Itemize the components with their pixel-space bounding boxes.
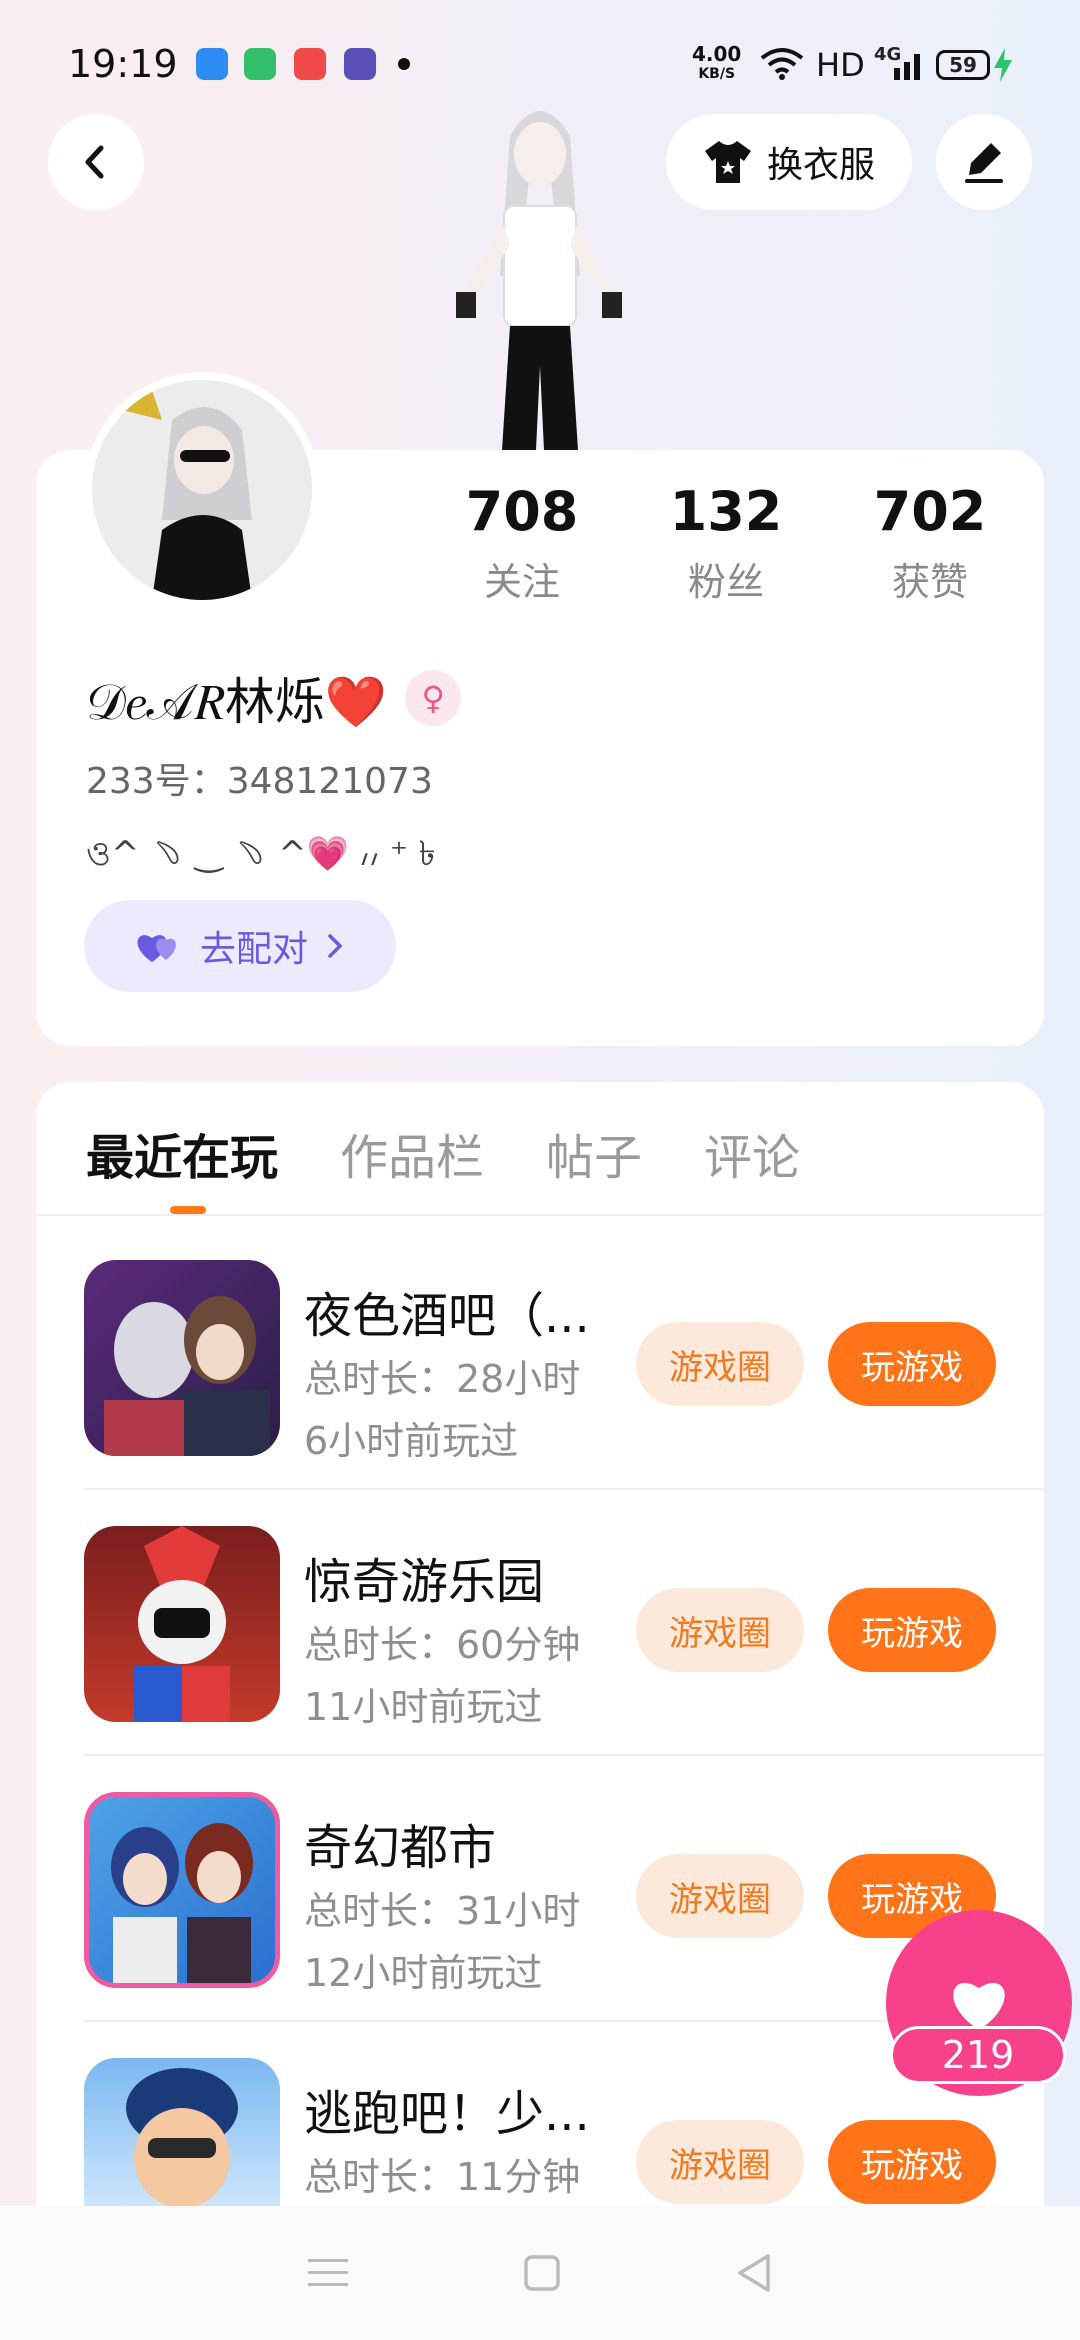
game-cover-image: [134, 1526, 230, 1722]
stat-followers-value: 132: [669, 480, 783, 543]
heart-icon: [953, 1982, 1005, 2030]
user-id[interactable]: 233号：348121073: [86, 752, 433, 804]
avatar[interactable]: [84, 372, 320, 608]
stat-following-value: 708: [465, 480, 579, 543]
shop-app-icon: [294, 48, 326, 80]
app-notification-icon: [196, 48, 228, 80]
active-tab-indicator: [170, 1206, 206, 1214]
game-icon: [84, 1792, 280, 1988]
video-app-icon: [244, 48, 276, 80]
more-notifications-dot: [398, 58, 410, 70]
battery-indicator: 59: [936, 50, 990, 80]
game-icon: [84, 1526, 280, 1722]
female-gender-icon: ♀: [405, 670, 462, 726]
net-speed-value: 4.00: [692, 42, 742, 66]
tshirt-icon: [704, 141, 751, 183]
play-game-button[interactable]: 玩游戏: [828, 1322, 996, 1406]
stat-likes-label: 获赞: [891, 560, 968, 604]
game-last-played: 12小时前玩过: [304, 1951, 543, 1995]
game-icon: [84, 1260, 280, 1456]
game-duration: 总时长：11分钟: [304, 2155, 581, 2199]
net-speed-unit: KB/S: [698, 66, 736, 82]
user-bio: ও^ ﹆ ‿ ﹆ ^💗 ៸៸ ⁺ ৳: [86, 834, 436, 874]
pair-button[interactable]: 去配对: [84, 900, 396, 992]
chevron-right-icon: [328, 934, 343, 958]
pair-button-label: 去配对: [199, 929, 308, 970]
game-cover-image: [126, 2068, 238, 2206]
like-count-badge: 219: [890, 2026, 1066, 2084]
list-item[interactable]: 惊奇游乐园 总时长：60分钟 11小时前玩过 游戏圈 玩游戏: [36, 1490, 1044, 1756]
profile-name: 𝒟𝑒𝒜𝑅林烁❤️ ♀: [86, 662, 462, 734]
stat-following-label: 关注: [483, 560, 560, 604]
play-game-button[interactable]: 玩游戏: [828, 2120, 996, 2204]
tab-comments[interactable]: 评论: [704, 1118, 800, 1188]
status-time: 19:19: [68, 42, 178, 86]
game-cover-image: [104, 1296, 270, 1456]
stat-following[interactable]: 708 关注: [432, 480, 612, 606]
change-outfit-label: 换衣服: [766, 145, 875, 186]
network-speed: 4.00 KB/S: [692, 44, 741, 84]
pen-icon: [965, 143, 1003, 183]
double-heart-icon: [137, 935, 176, 962]
game-duration: 总时长：31小时: [304, 1889, 581, 1933]
menu-icon[interactable]: [306, 2253, 350, 2293]
game-circle-button[interactable]: 游戏圈: [636, 2120, 804, 2204]
game-icon: [84, 2058, 280, 2206]
game-title: 奇幻都市: [304, 1820, 497, 1876]
change-outfit-button[interactable]: 换衣服: [666, 114, 912, 210]
avatar-image: [92, 380, 312, 600]
game-circle-button[interactable]: 游戏圈: [636, 1588, 804, 1672]
stat-likes[interactable]: 702 获赞: [840, 480, 1020, 606]
wifi-icon: [760, 48, 804, 80]
edit-profile-button[interactable]: [936, 114, 1032, 210]
game-last-played: 11小时前玩过: [304, 1685, 543, 1729]
tab-recent-played[interactable]: 最近在玩: [86, 1118, 278, 1188]
game-duration: 总时长：60分钟: [304, 1623, 581, 1667]
game-title: 惊奇游乐园: [304, 1554, 545, 1610]
game-cover-image: [111, 1823, 253, 1983]
game-duration: 总时长：28小时: [304, 1357, 581, 1401]
tabs-divider: [36, 1214, 1044, 1216]
signal-icon: [894, 54, 920, 80]
stat-followers[interactable]: 132 粉丝: [636, 480, 816, 606]
game-last-played: 6小时前玩过: [304, 1419, 519, 1463]
hd-indicator: HD: [816, 46, 865, 84]
back-triangle-icon[interactable]: [734, 2252, 774, 2294]
game-title: 逃跑吧！少...: [304, 2086, 590, 2142]
tab-works[interactable]: 作品栏: [340, 1118, 484, 1188]
charging-icon: [994, 48, 1012, 82]
game-circle-button[interactable]: 游戏圈: [636, 1322, 804, 1406]
system-nav-bar: [0, 2206, 1080, 2340]
list-item[interactable]: 夜色酒吧（... 总时长：28小时 6小时前玩过 游戏圈 玩游戏: [36, 1224, 1044, 1490]
profile-tabs: 最近在玩 作品栏 帖子 评论: [86, 1118, 800, 1188]
game-circle-button[interactable]: 游戏圈: [636, 1854, 804, 1938]
stat-likes-value: 702: [873, 480, 987, 543]
tab-posts[interactable]: 帖子: [546, 1118, 642, 1188]
chevron-left-icon: [85, 145, 104, 179]
back-button[interactable]: [48, 114, 144, 210]
username: 𝒟𝑒𝒜𝑅林烁❤️: [86, 673, 388, 731]
avatar-3d-figure: [456, 111, 622, 450]
game-app-icon: [344, 48, 376, 80]
stat-followers-label: 粉丝: [687, 560, 764, 604]
home-icon[interactable]: [522, 2253, 562, 2293]
play-game-button[interactable]: 玩游戏: [828, 1588, 996, 1672]
game-title: 夜色酒吧（...: [304, 1288, 590, 1344]
